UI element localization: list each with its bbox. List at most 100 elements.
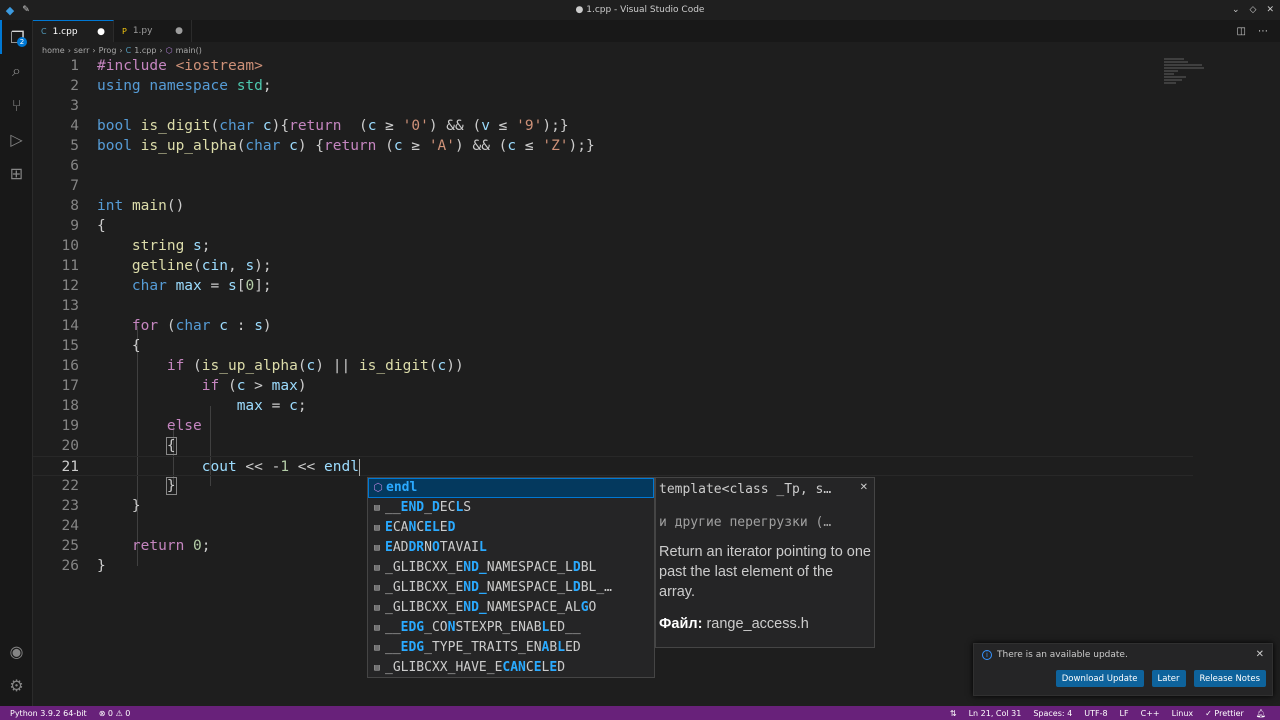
- language-mode[interactable]: C++: [1141, 709, 1160, 718]
- cpp-file-icon: C: [125, 45, 132, 55]
- tab-label: 1.cpp: [52, 26, 78, 37]
- tab-1-py[interactable]: P 1.py ●: [114, 20, 192, 42]
- pin-icon[interactable]: ✎: [20, 5, 32, 15]
- account-icon[interactable]: ◉: [0, 634, 33, 668]
- line-number: 14: [61, 318, 79, 334]
- prettier-status[interactable]: ✓ Prettier: [1205, 709, 1244, 718]
- unsaved-dot[interactable]: ●: [97, 27, 105, 37]
- function-symbol-icon: ⬡: [165, 45, 173, 55]
- line-number: 22: [61, 478, 79, 494]
- line-number: 10: [61, 238, 79, 254]
- constant-icon: ▤: [374, 583, 380, 593]
- search-icon[interactable]: ⌕: [0, 54, 33, 88]
- suggestion-item[interactable]: ▤ __END_DECLS: [368, 498, 654, 518]
- notifications-bell-icon[interactable]: 🔔︎: [1256, 709, 1266, 718]
- line-number: 3: [70, 98, 79, 114]
- code-line: 17 if (c > max): [33, 376, 1193, 396]
- window-title: ● 1.cpp - Visual Studio Code: [575, 5, 705, 15]
- suggestion-item[interactable]: ▤ __EDG_TYPE_TRAITS_ENABLED: [368, 638, 654, 658]
- sync-icon[interactable]: ⇅: [950, 709, 957, 718]
- suggestion-label: _GLIBCXX_HAVE_ECANCELED: [385, 660, 566, 675]
- close-window-icon[interactable]: ✕: [1266, 5, 1274, 15]
- line-number: 5: [70, 138, 79, 154]
- split-editor-icon[interactable]: ◫: [1237, 26, 1246, 37]
- line-number: 7: [70, 178, 79, 194]
- code-line: 5 bool is_up_alpha(char c) {return (c ≥ '…: [33, 136, 1193, 156]
- download-update-button[interactable]: Download Update: [1055, 670, 1144, 687]
- suggestion-item[interactable]: ▤ ECANCELED: [368, 518, 654, 538]
- cpp-file-icon: C: [41, 27, 47, 36]
- end-of-line[interactable]: LF: [1120, 709, 1129, 718]
- indentation[interactable]: Spaces: 4: [1033, 709, 1072, 718]
- notification-message: i There is an available update.: [982, 650, 1128, 660]
- suggestion-label: _GLIBCXX_END_NAMESPACE_LDBL: [385, 560, 597, 575]
- later-button[interactable]: Later: [1151, 670, 1186, 687]
- window-controls: ⌄ ◇ ✕: [1232, 0, 1274, 20]
- chevron-right-icon: ›: [67, 45, 71, 55]
- breadcrumb-item[interactable]: serr: [74, 46, 90, 55]
- suggestion-item[interactable]: ▤ EADDRNOTAVAIL: [368, 538, 654, 558]
- suggest-widget: ⬡ endl ▤ __END_DECLS ▤ ECANCELED ▤ EADDR…: [367, 477, 655, 678]
- explorer-badge: 2: [17, 37, 27, 47]
- suggestion-label: EADDRNOTAVAIL: [385, 540, 487, 555]
- problems-count[interactable]: ⊗ 0 ⚠ 0: [99, 709, 131, 718]
- line-number: 18: [61, 398, 79, 414]
- explorer-icon[interactable]: ❐ 2: [0, 20, 33, 54]
- vscode-logo-icon: ◆: [5, 3, 15, 17]
- code-line: 12 char max = s[0];: [33, 276, 1193, 296]
- extensions-icon[interactable]: ⊞: [0, 156, 33, 190]
- constant-icon: ▤: [374, 603, 380, 613]
- suggestion-item[interactable]: ▤ _GLIBCXX_END_NAMESPACE_LDBL_…: [368, 578, 654, 598]
- code-line: 3: [33, 96, 1193, 116]
- suggestion-label: __END_DECLS: [385, 500, 472, 515]
- encoding[interactable]: UTF-8: [1084, 709, 1107, 718]
- close-notification-icon[interactable]: ✕: [1256, 649, 1264, 660]
- suggestion-label: __EDG_CONSTEXPR_ENABLED__: [385, 620, 581, 635]
- line-number: 4: [70, 118, 79, 134]
- suggestion-item[interactable]: ▤ __EDG_CONSTEXPR_ENABLED__: [368, 618, 654, 638]
- code-line: 10 string s;: [33, 236, 1193, 256]
- minimize-icon[interactable]: ⌄: [1232, 5, 1240, 15]
- suggestion-item[interactable]: ▤ _GLIBCXX_END_NAMESPACE_ALGO: [368, 598, 654, 618]
- line-number: 2: [70, 78, 79, 94]
- tab-label: 1.py: [132, 26, 153, 36]
- code-line: 6: [33, 156, 1193, 176]
- release-notes-button[interactable]: Release Notes: [1193, 670, 1266, 687]
- line-number: 13: [61, 298, 79, 314]
- file-label: Файл:: [659, 616, 703, 632]
- tab-1-cpp[interactable]: C 1.cpp ●: [33, 20, 114, 42]
- code-line: 2 using namespace std;: [33, 76, 1193, 96]
- suggestion-label: _GLIBCXX_END_NAMESPACE_LDBL_…: [385, 580, 612, 595]
- chevron-right-icon: ›: [159, 45, 163, 55]
- line-number: 24: [61, 518, 79, 534]
- breadcrumb-item[interactable]: Prog: [99, 46, 117, 55]
- line-number: 26: [61, 558, 79, 574]
- suggestion-item[interactable]: ▤ _GLIBCXX_END_NAMESPACE_LDBL: [368, 558, 654, 578]
- restore-icon[interactable]: ◇: [1250, 5, 1257, 15]
- code-line: 9{: [33, 216, 1193, 236]
- source-control-icon[interactable]: ⑂: [0, 88, 33, 122]
- notification-text: There is an available update.: [997, 650, 1128, 660]
- platform[interactable]: Linux: [1172, 709, 1194, 718]
- file-value: range_access.h: [706, 616, 809, 632]
- suggestion-item-selected[interactable]: ⬡ endl: [368, 478, 654, 498]
- python-interpreter[interactable]: Python 3.9.2 64-bit: [10, 709, 87, 718]
- manage-gear-icon[interactable]: ⚙: [0, 668, 33, 702]
- python-file-icon: P: [122, 26, 127, 36]
- run-debug-icon[interactable]: ▷: [0, 122, 33, 156]
- breadcrumb-item[interactable]: main(): [176, 46, 202, 55]
- code-line: 11 getline(cin, s);: [33, 256, 1193, 276]
- line-number: 19: [61, 418, 79, 434]
- breadcrumb-item[interactable]: home: [42, 46, 65, 55]
- unsaved-dot[interactable]: ●: [175, 26, 183, 36]
- suggestion-label: _GLIBCXX_END_NAMESPACE_ALGO: [385, 600, 597, 615]
- code-line: 15 {: [33, 336, 1193, 356]
- close-details-icon[interactable]: ✕: [860, 482, 868, 493]
- line-number: 16: [61, 358, 79, 374]
- more-actions-icon[interactable]: ⋯: [1258, 26, 1268, 37]
- code-line: 4 bool is_digit(char c){return (c ≥ '0') …: [33, 116, 1193, 136]
- breadcrumb-item[interactable]: 1.cpp: [134, 46, 156, 55]
- cursor-position[interactable]: Ln 21, Col 31: [969, 709, 1022, 718]
- suggest-details: template<class _Tp, s… ✕ и другие перегр…: [655, 477, 875, 648]
- suggestion-item[interactable]: ▤ _GLIBCXX_HAVE_ECANCELED: [368, 658, 654, 678]
